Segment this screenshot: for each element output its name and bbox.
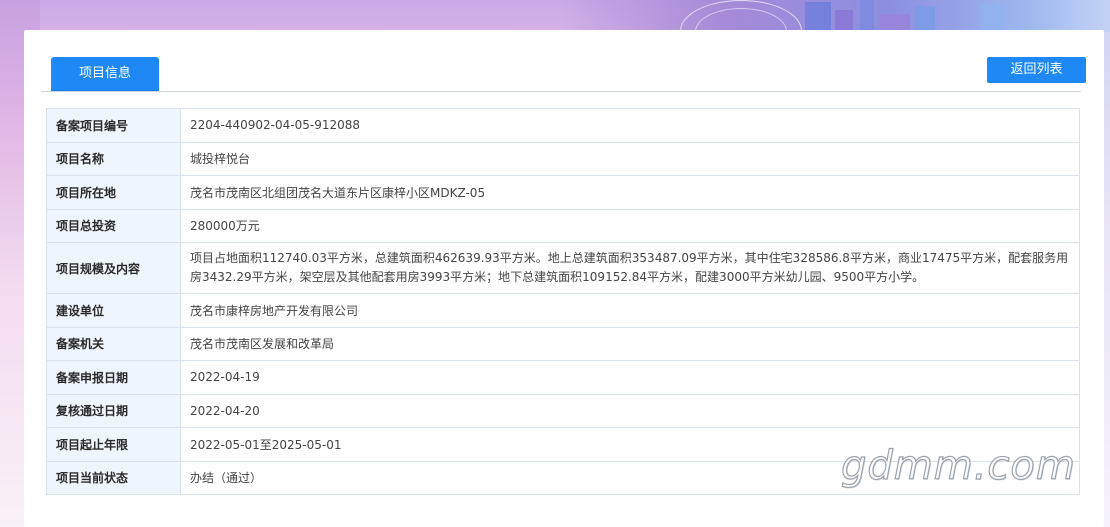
row-label: 项目当前状态 [46,460,181,495]
table-row: 项目所在地 茂名市茂南区北组团茂名大道东片区康梓小区MDKZ-05 [46,175,1080,210]
row-value: 项目占地面积112740.03平方米，总建筑面积462639.93平方米。地上总… [180,242,1080,294]
row-value: 2204-440902-04-05-912088 [180,108,1080,143]
table-row: 建设单位 茂名市康梓房地产开发有限公司 [46,293,1080,328]
table-row: 项目名称 城投梓悦台 [46,141,1080,176]
table-row: 备案申报日期 2022-04-19 [46,360,1080,395]
row-value: 城投梓悦台 [180,141,1080,176]
row-label: 项目规模及内容 [46,242,181,294]
row-value: 茂名市茂南区发展和改革局 [180,326,1080,361]
back-to-list-button[interactable]: 返回列表 [987,57,1086,83]
project-info-table: 备案项目编号 2204-440902-04-05-912088 项目名称 城投梓… [46,108,1080,495]
row-label: 项目起止年限 [46,427,181,462]
row-value: 茂名市康梓房地产开发有限公司 [180,293,1080,328]
table-row: 项目当前状态 办结（通过） [46,460,1080,495]
row-value: 茂名市茂南区北组团茂名大道东片区康梓小区MDKZ-05 [180,175,1080,210]
table-row: 项目规模及内容 项目占地面积112740.03平方米，总建筑面积462639.9… [46,242,1080,294]
row-label: 项目所在地 [46,175,181,210]
table-row: 项目总投资 280000万元 [46,208,1080,243]
row-value: 2022-04-20 [180,393,1080,428]
tab-bar: 项目信息 [41,57,1081,92]
row-label: 建设单位 [46,293,181,328]
row-label: 备案申报日期 [46,360,181,395]
background-city-banner [560,0,1110,32]
row-label: 项目名称 [46,141,181,176]
row-value: 办结（通过） [180,460,1080,495]
table-row: 备案机关 茂名市茂南区发展和改革局 [46,326,1080,361]
table-row: 项目起止年限 2022-05-01至2025-05-01 [46,427,1080,462]
row-label: 项目总投资 [46,208,181,243]
table-row: 备案项目编号 2204-440902-04-05-912088 [46,108,1080,143]
row-label: 复核通过日期 [46,393,181,428]
table-row: 复核通过日期 2022-04-20 [46,393,1080,428]
row-value: 2022-05-01至2025-05-01 [180,427,1080,462]
tab-project-info[interactable]: 项目信息 [51,57,159,91]
row-label: 备案机关 [46,326,181,361]
row-label: 备案项目编号 [46,108,181,143]
row-value: 2022-04-19 [180,360,1080,395]
project-info-panel: 项目信息 返回列表 备案项目编号 2204-440902-04-05-91208… [24,30,1104,527]
row-value: 280000万元 [180,208,1080,243]
